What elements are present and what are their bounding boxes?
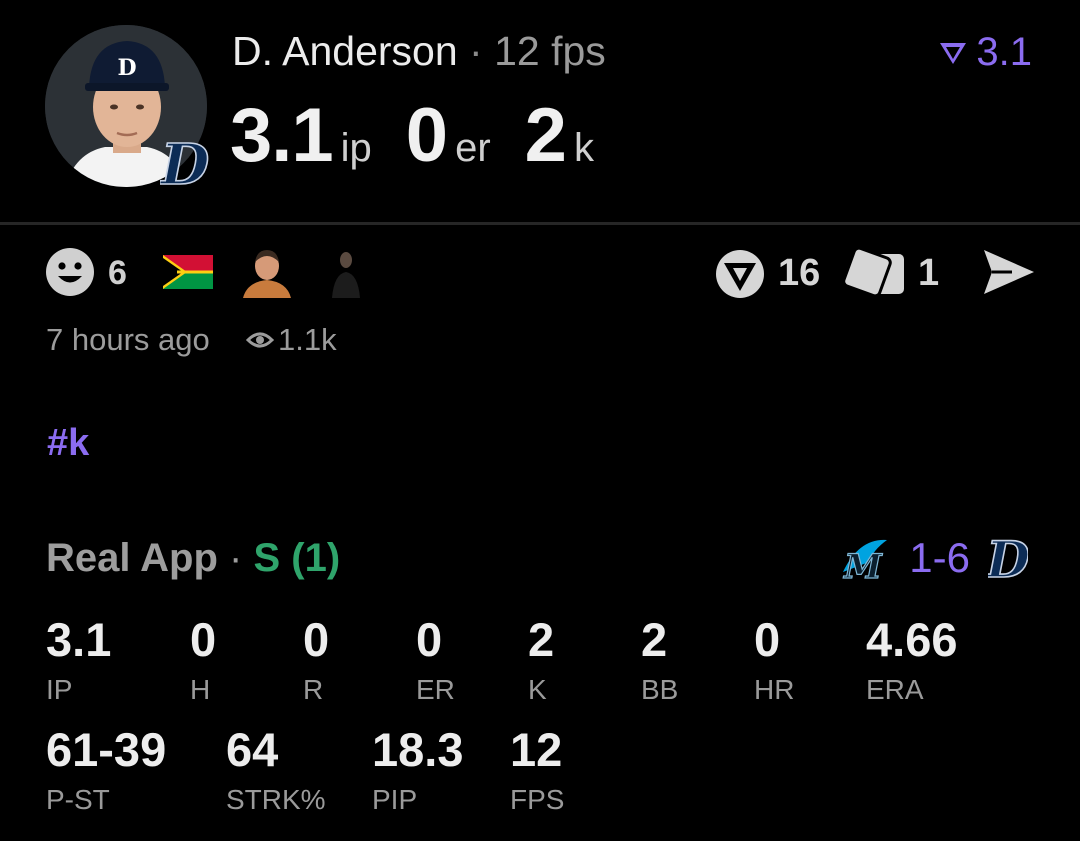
card-count: 1 xyxy=(918,252,940,294)
pitching-statline: 3.1 ip 0 er 2 k xyxy=(230,92,628,179)
cards-icon[interactable] xyxy=(842,246,908,298)
vote-icon[interactable] xyxy=(714,248,766,300)
stat-ip-label: IP xyxy=(46,674,73,705)
vanuatu-flag-icon[interactable] xyxy=(163,255,213,289)
marlins-logo-icon: M xyxy=(843,539,888,584)
stat-hr-label: HR xyxy=(754,674,795,705)
stat-fps-label: FPS xyxy=(510,784,565,815)
stat-era-label: ERA xyxy=(866,674,924,705)
stat-k-value: 2 xyxy=(528,613,555,666)
send-icon[interactable] xyxy=(982,248,1036,296)
stat-strike-pct-label: STRK% xyxy=(226,784,326,815)
stat-bb-label: BB xyxy=(641,674,679,705)
svg-text:D: D xyxy=(988,532,1028,584)
decision-badge: S (1) xyxy=(253,536,341,580)
stat-r-label: R xyxy=(303,674,324,705)
vote-score: 3.1 xyxy=(976,30,1032,74)
statline-k-value: 2 xyxy=(524,93,567,178)
stat-pitches-strikes-label: P-ST xyxy=(46,784,110,815)
reactor-avatar[interactable] xyxy=(241,244,293,298)
source-app: Real App xyxy=(46,536,218,580)
svg-text:D: D xyxy=(160,132,210,194)
source-separator: · xyxy=(229,536,243,580)
reaction-smiley-icon[interactable] xyxy=(45,247,95,297)
header-divider xyxy=(0,222,1080,225)
vote-arrow-icon xyxy=(940,42,967,64)
stat-h-label: H xyxy=(190,674,211,705)
player-title: D. Anderson · 12 fps xyxy=(232,28,606,75)
stat-pip-value: 18.3 xyxy=(372,723,464,776)
stat-pip-label: PIP xyxy=(372,784,418,815)
post-time: 7 hours ago xyxy=(46,322,210,357)
game-score[interactable]: M 1-6 D xyxy=(839,532,1028,584)
stat-pitches-strikes-value: 61-39 xyxy=(46,723,167,776)
statline-k-unit: k xyxy=(573,126,594,170)
game-source: Real App · S (1) xyxy=(46,536,340,581)
title-separator: · xyxy=(469,28,483,74)
score-value: 1-6 xyxy=(909,534,970,581)
stat-k-label: K xyxy=(528,674,547,705)
vote-score-badge[interactable]: 3.1 xyxy=(938,30,1032,75)
player-name[interactable]: D. Anderson xyxy=(232,28,458,74)
tigers-logo-icon: D xyxy=(158,131,211,199)
statline-ip-unit: ip xyxy=(340,126,372,170)
view-count: 1.1k xyxy=(246,322,337,358)
stat-h-value: 0 xyxy=(190,613,217,666)
stat-r-value: 0 xyxy=(303,613,330,666)
stat-er-value: 0 xyxy=(416,613,443,666)
view-count-value: 1.1k xyxy=(278,322,337,357)
statline-er-unit: er xyxy=(455,126,491,170)
reactor-avatar[interactable] xyxy=(328,244,364,298)
stat-fps-value: 12 xyxy=(510,723,563,776)
svg-text:D: D xyxy=(117,55,136,81)
tigers-logo-icon: D xyxy=(988,532,1028,584)
stat-strike-pct-value: 64 xyxy=(226,723,279,776)
svg-text:M: M xyxy=(843,547,883,584)
stat-hr-value: 0 xyxy=(754,613,781,666)
statline-er-value: 0 xyxy=(405,93,448,178)
stat-ip-value: 3.1 xyxy=(46,613,112,666)
eye-icon xyxy=(246,332,274,348)
reaction-count: 6 xyxy=(108,254,127,292)
statline-ip-value: 3.1 xyxy=(230,93,334,178)
stat-er-label: ER xyxy=(416,674,455,705)
stat-era-value: 4.66 xyxy=(866,613,958,666)
vote-count: 16 xyxy=(778,252,821,294)
hashtag-link[interactable]: #k xyxy=(47,422,89,465)
fps-label: 12 fps xyxy=(494,28,606,74)
stat-bb-value: 2 xyxy=(641,613,668,666)
